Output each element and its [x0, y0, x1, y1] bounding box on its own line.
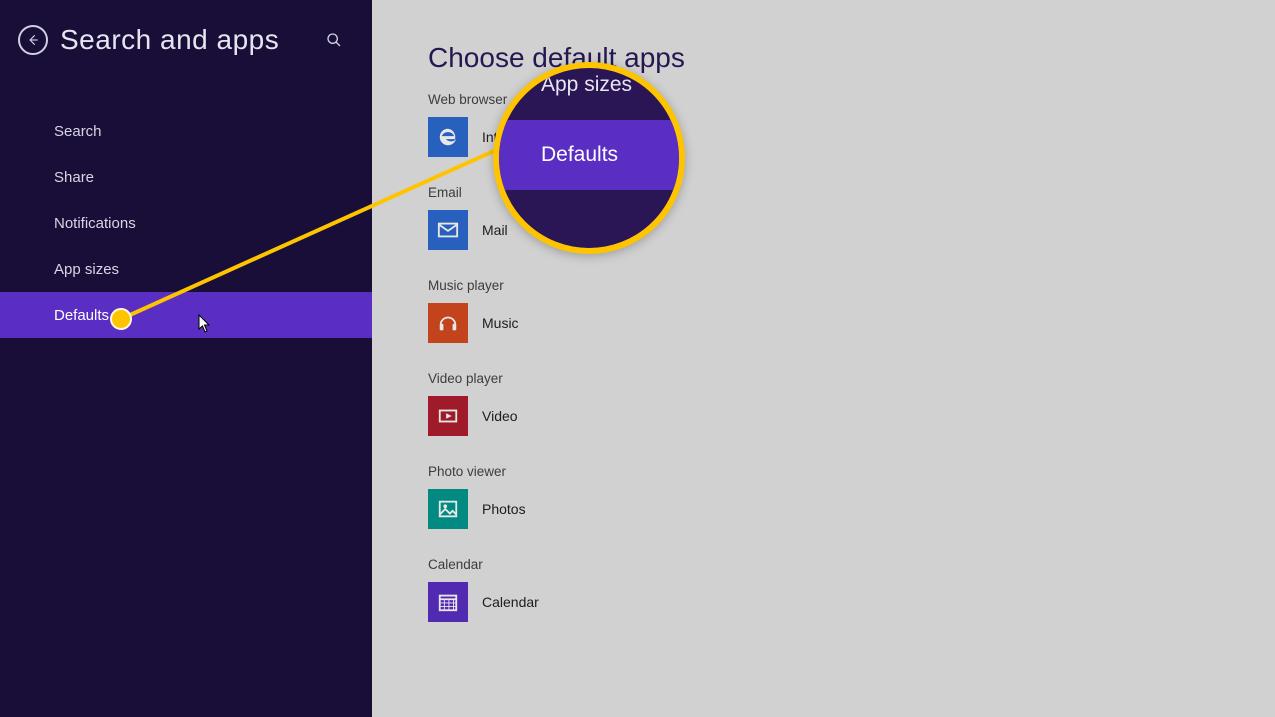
sidebar-item-label: Search: [54, 123, 102, 140]
section-video: Video player Video: [428, 371, 1275, 436]
sidebar-item-notifications[interactable]: Notifications: [0, 200, 372, 246]
settings-content: Choose default apps Web browser Internet…: [372, 0, 1275, 717]
default-app-photos[interactable]: Photos: [428, 489, 1275, 529]
sidebar-item-search[interactable]: Search: [0, 108, 372, 154]
search-button[interactable]: [314, 32, 354, 48]
default-app-calendar[interactable]: Calendar: [428, 582, 1275, 622]
section-label: Music player: [428, 278, 1275, 293]
section-label: Email: [428, 185, 1275, 200]
music-icon: [428, 303, 468, 343]
app-name-label: Calendar: [482, 594, 539, 610]
sidebar-item-label: Share: [54, 169, 94, 186]
back-button[interactable]: [18, 25, 48, 55]
app-name-label: Mail: [482, 222, 508, 238]
section-label: Photo viewer: [428, 464, 1275, 479]
mail-icon: [428, 210, 468, 250]
default-app-video[interactable]: Video: [428, 396, 1275, 436]
sidebar-item-label: Notifications: [54, 215, 136, 232]
sidebar-item-label: App sizes: [54, 261, 119, 278]
default-app-music[interactable]: Music: [428, 303, 1275, 343]
app-name-label: Video: [482, 408, 518, 424]
sidebar-item-defaults[interactable]: Defaults: [0, 292, 372, 338]
default-app-web-browser[interactable]: Internet Explorer: [428, 117, 1275, 157]
section-calendar: Calendar Calendar: [428, 557, 1275, 622]
ie-icon: [428, 117, 468, 157]
sidebar-item-label: Defaults: [54, 307, 109, 324]
page-title: Choose default apps: [428, 42, 1275, 74]
app-name-label: Internet Explorer: [482, 129, 586, 145]
section-web-browser: Web browser Internet Explorer: [428, 92, 1275, 157]
back-arrow-icon: [26, 33, 40, 47]
section-email: Email Mail: [428, 185, 1275, 250]
section-label: Web browser: [428, 92, 1275, 107]
settings-sidebar: Search and apps Search Share Notificatio…: [0, 0, 372, 717]
video-icon: [428, 396, 468, 436]
section-photos: Photo viewer Photos: [428, 464, 1275, 529]
section-label: Video player: [428, 371, 1275, 386]
sidebar-nav: Search Share Notifications App sizes Def…: [0, 108, 372, 338]
sidebar-header: Search and apps: [0, 0, 372, 80]
app-name-label: Music: [482, 315, 519, 331]
section-music: Music player Music: [428, 278, 1275, 343]
search-icon: [326, 32, 342, 48]
app-name-label: Photos: [482, 501, 526, 517]
sidebar-title: Search and apps: [60, 24, 314, 56]
sidebar-item-share[interactable]: Share: [0, 154, 372, 200]
default-app-email[interactable]: Mail: [428, 210, 1275, 250]
sidebar-item-app-sizes[interactable]: App sizes: [0, 246, 372, 292]
photos-icon: [428, 489, 468, 529]
section-label: Calendar: [428, 557, 1275, 572]
calendar-icon: [428, 582, 468, 622]
